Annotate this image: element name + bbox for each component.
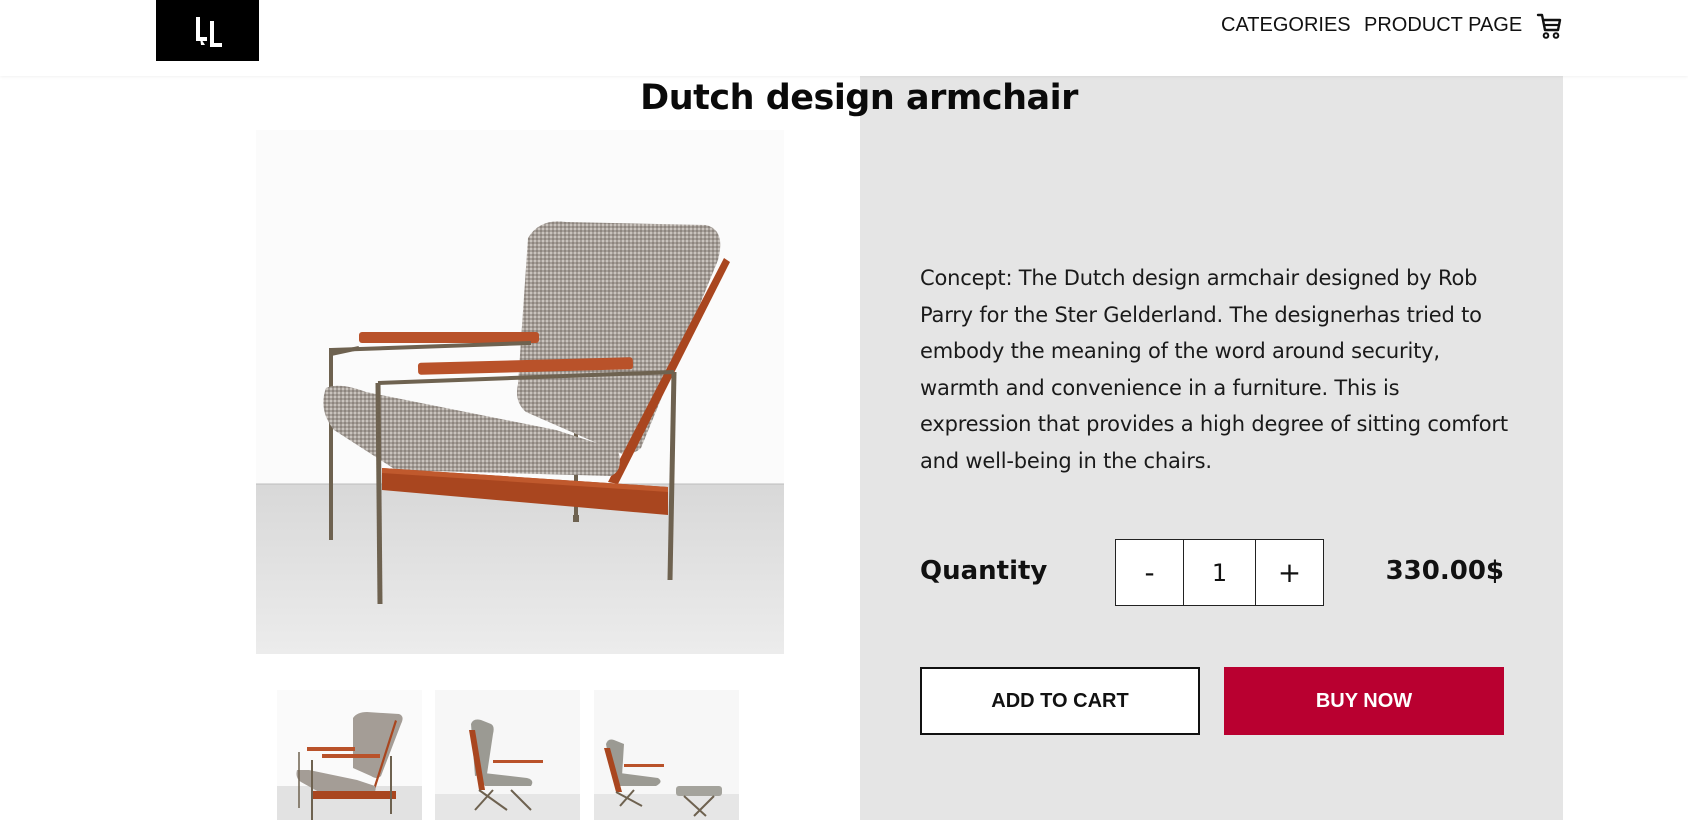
thumbnail-3[interactable] (594, 690, 739, 820)
decrement-button[interactable]: - (1116, 540, 1183, 605)
quantity-label: Quantity (920, 556, 1048, 586)
shopping-cart-icon[interactable] (1536, 12, 1562, 40)
quantity-value[interactable]: 1 (1183, 540, 1256, 605)
nav-product-page[interactable]: PRODUCT PAGE (1364, 14, 1522, 38)
quantity-stepper: - 1 + (1115, 539, 1324, 606)
thumbnail-2[interactable] (435, 690, 580, 820)
site-header: CATEGORIES PRODUCT PAGE (0, 0, 1688, 76)
buy-now-button[interactable]: BUY NOW (1224, 667, 1504, 735)
nav-categories[interactable]: CATEGORIES (1221, 14, 1351, 38)
thumbnail-1[interactable] (277, 690, 422, 820)
product-description: Concept: The Dutch design armchair desig… (920, 266, 1508, 473)
product-price: 330.00$ (1385, 556, 1504, 586)
increment-button[interactable]: + (1256, 540, 1323, 605)
logo[interactable] (156, 0, 259, 61)
logo-mark-icon (195, 16, 222, 47)
add-to-cart-button[interactable]: ADD TO CART (920, 667, 1200, 735)
product-title: Dutch design armchair (640, 78, 1078, 118)
main-product-image (256, 130, 784, 654)
